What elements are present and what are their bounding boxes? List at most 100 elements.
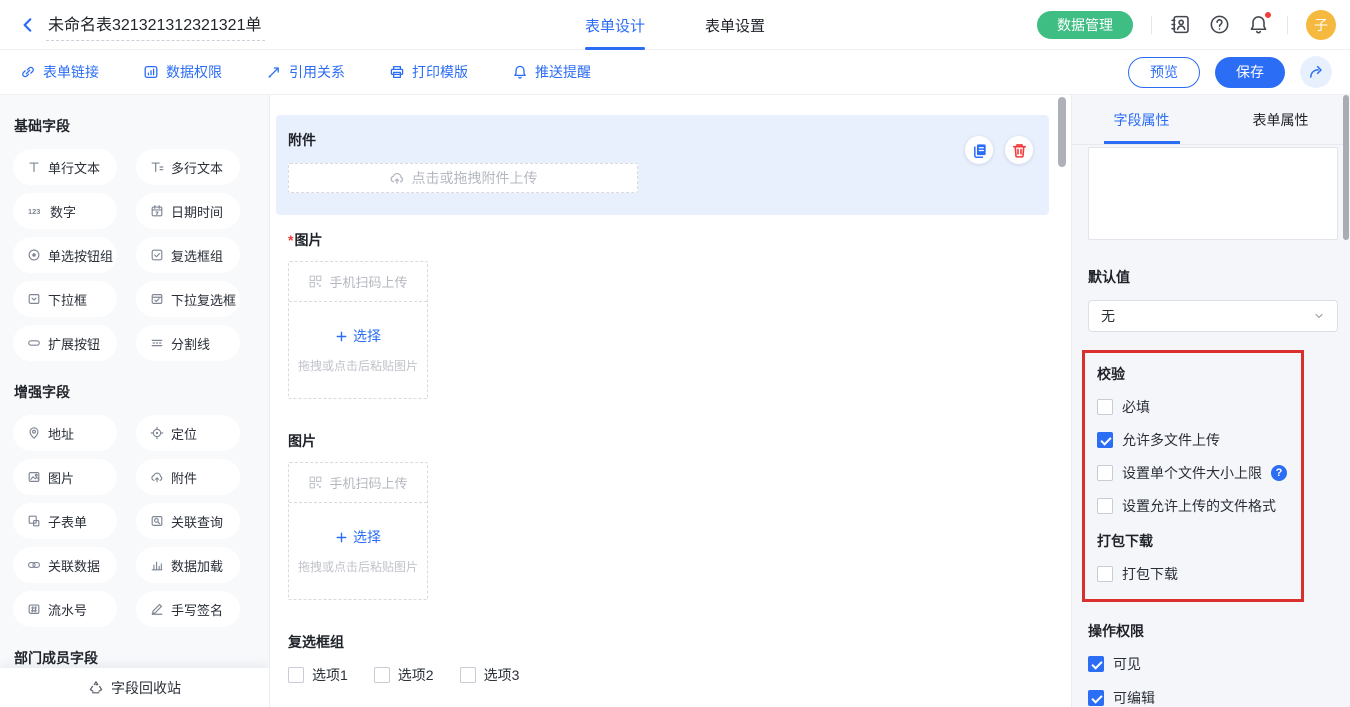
checkbox-box[interactable] — [1097, 566, 1113, 582]
image-field-required[interactable]: *图片 手机扫码上传 选择 拖拽或点击后粘贴图片 — [288, 230, 1049, 399]
calendar-icon — [150, 204, 164, 218]
tab-form-design[interactable]: 表单设计 — [585, 0, 645, 50]
select-image-button[interactable]: 选择 — [335, 326, 381, 346]
field-description-textarea[interactable] — [1088, 147, 1338, 240]
field-label: 复选框组 — [288, 632, 1049, 652]
cloud-upload-icon — [150, 470, 164, 484]
field-item-checkbox-group[interactable]: 复选框组 — [136, 237, 240, 273]
form-link-tool[interactable]: 表单链接 — [20, 62, 99, 82]
data-manage-button[interactable]: 数据管理 — [1037, 11, 1133, 39]
section-title-enhanced-fields: 增强字段 — [14, 382, 269, 402]
field-item-attachment[interactable]: 附件 — [136, 459, 240, 495]
chain-icon — [27, 558, 41, 572]
field-item-address[interactable]: 地址 — [13, 415, 117, 451]
image-upload-box: 手机扫码上传 选择 拖拽或点击后粘贴图片 — [288, 261, 428, 399]
field-item-lookup[interactable]: 关联查询 — [136, 503, 240, 539]
field-item-signature[interactable]: 手写签名 — [136, 591, 240, 627]
checkbox-group-field[interactable]: 复选框组 选项1 选项2 选项3 添加选项 — [288, 632, 1049, 707]
field-item-subform[interactable]: 子表单 — [13, 503, 117, 539]
delete-field-button[interactable] — [1005, 136, 1033, 164]
pen-icon — [150, 602, 164, 616]
tab-form-settings[interactable]: 表单设置 — [705, 0, 765, 50]
field-item-select[interactable]: 下拉框 — [13, 281, 117, 317]
field-item-location[interactable]: 定位 — [136, 415, 240, 451]
preview-button[interactable]: 预览 — [1128, 57, 1200, 88]
notification-bell-icon[interactable] — [1248, 14, 1269, 35]
checkbox-box[interactable] — [460, 667, 476, 683]
image-select-dropzone[interactable]: 选择 拖拽或点击后粘贴图片 — [289, 302, 427, 398]
tab-field-properties[interactable]: 字段属性 — [1072, 95, 1211, 144]
form-title[interactable]: 未命名表321321312321321单 — [48, 17, 261, 34]
file-format-checkbox[interactable]: 设置允许上传的文件格式 — [1097, 496, 1291, 516]
validation-title: 校验 — [1097, 364, 1291, 384]
form-title-wrap[interactable]: 未命名表321321312321321单 — [46, 9, 265, 41]
attachment-field-selected[interactable]: 附件 点击或拖拽附件上传 — [276, 115, 1049, 215]
checkbox-box[interactable] — [1097, 465, 1113, 481]
field-recycle-bin[interactable]: 字段回收站 — [0, 668, 269, 707]
checkbox-box[interactable] — [1088, 656, 1104, 672]
option-3[interactable]: 选项3 — [460, 665, 520, 685]
back-button[interactable] — [16, 13, 40, 37]
print-template-tool[interactable]: 打印模版 — [389, 62, 468, 82]
push-reminder-tool[interactable]: 推送提醒 — [512, 62, 591, 82]
editable-checkbox[interactable]: 可编辑 — [1088, 688, 1338, 707]
form-canvas: 附件 点击或拖拽附件上传 *图片 — [270, 95, 1071, 707]
divider-lines-icon — [150, 336, 164, 350]
select-image-button[interactable]: 选择 — [335, 527, 381, 547]
field-item-serial-number[interactable]: 流水号 — [13, 591, 117, 627]
default-value-select[interactable]: 无 — [1088, 300, 1338, 332]
reference-relation-tool[interactable]: 引用关系 — [266, 62, 345, 82]
radio-icon — [27, 248, 41, 262]
required-checkbox[interactable]: 必填 — [1097, 397, 1291, 417]
multi-file-upload-checkbox[interactable]: 允许多文件上传 — [1097, 430, 1291, 450]
field-item-image[interactable]: 图片 — [13, 459, 117, 495]
attachment-upload-dropzone[interactable]: 点击或拖拽附件上传 — [288, 163, 638, 193]
checkbox-box[interactable] — [288, 667, 304, 683]
avatar[interactable]: 子 — [1306, 10, 1336, 40]
field-item-number[interactable]: 123数字 — [13, 193, 117, 229]
checkbox-icon — [150, 248, 164, 262]
data-permission-tool[interactable]: 数据权限 — [143, 62, 222, 82]
share-button[interactable] — [1300, 56, 1332, 88]
select-icon — [27, 292, 41, 306]
checkbox-box[interactable] — [1088, 690, 1104, 706]
field-action-buttons — [965, 136, 1033, 164]
field-item-divider[interactable]: 分割线 — [136, 325, 240, 361]
image-select-dropzone[interactable]: 选择 拖拽或点击后粘贴图片 — [289, 503, 427, 599]
multi-select-icon — [150, 292, 164, 306]
contacts-icon[interactable] — [1170, 14, 1191, 35]
image-field[interactable]: 图片 手机扫码上传 选择 拖拽或点击后粘贴图片 — [288, 431, 1049, 600]
section-title-member-fields: 部门成员字段 — [14, 648, 269, 668]
svg-text:123: 123 — [28, 207, 40, 216]
canvas-scrollbar[interactable] — [1058, 97, 1066, 167]
checkbox-box[interactable] — [374, 667, 390, 683]
field-item-extend-button[interactable]: 扩展按钮 — [13, 325, 117, 361]
help-icon[interactable] — [1209, 14, 1230, 35]
scan-upload-button[interactable]: 手机扫码上传 — [289, 463, 427, 503]
field-item-multi-text[interactable]: 多行文本 — [136, 149, 240, 185]
visible-checkbox[interactable]: 可见 — [1088, 654, 1338, 674]
field-label: 附件 — [288, 130, 1033, 150]
file-size-limit-checkbox[interactable]: 设置单个文件大小上限? — [1097, 463, 1291, 483]
scan-upload-button[interactable]: 手机扫码上传 — [289, 262, 427, 302]
field-item-single-text[interactable]: 单行文本 — [13, 149, 117, 185]
save-button[interactable]: 保存 — [1215, 57, 1285, 88]
field-item-linked-data[interactable]: 关联数据 — [13, 547, 117, 583]
paste-hint: 拖拽或点击后粘贴图片 — [298, 558, 418, 575]
package-download-checkbox[interactable]: 打包下载 — [1097, 564, 1291, 584]
field-item-radio-group[interactable]: 单选按钮组 — [13, 237, 117, 273]
checkbox-box[interactable] — [1097, 399, 1113, 415]
help-circle-icon[interactable]: ? — [1271, 465, 1287, 481]
field-item-multi-select[interactable]: 下拉复选框 — [136, 281, 240, 317]
option-2[interactable]: 选项2 — [374, 665, 434, 685]
tab-form-properties[interactable]: 表单属性 — [1211, 95, 1350, 144]
duplicate-field-button[interactable] — [965, 136, 993, 164]
main-layout: 基础字段 单行文本 多行文本 123数字 日期时间 单选按钮组 复选框组 下拉框… — [0, 95, 1350, 707]
checkbox-box[interactable] — [1097, 498, 1113, 514]
checkbox-box[interactable] — [1097, 432, 1113, 448]
field-item-datetime[interactable]: 日期时间 — [136, 193, 240, 229]
tool-items: 表单链接 数据权限 引用关系 打印模版 推送提醒 — [20, 62, 591, 82]
panel-scrollbar[interactable] — [1343, 95, 1349, 240]
option-1[interactable]: 选项1 — [288, 665, 348, 685]
field-item-data-load[interactable]: 数据加载 — [136, 547, 240, 583]
